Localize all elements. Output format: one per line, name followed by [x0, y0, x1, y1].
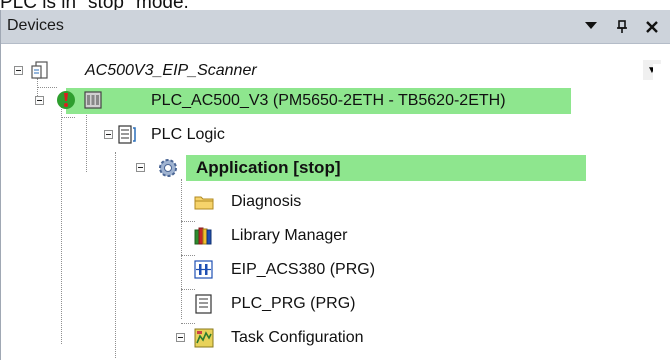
device-tree: AC500V3_EIP_Scanner ▼ PLC_AC500_V3 (PM56…	[1, 44, 670, 360]
tree-item-plc-prg[interactable]: PLC_PRG (PRG)	[191, 291, 491, 317]
project-icon	[31, 61, 48, 79]
tree-item-application[interactable]: Application [stop]	[186, 155, 586, 181]
collapse-toggle[interactable]	[35, 96, 44, 105]
collapse-toggle[interactable]	[136, 163, 145, 172]
pin-icon	[617, 20, 627, 33]
library-manager-label: Library Manager	[231, 227, 348, 244]
collapse-toggle[interactable]	[176, 333, 185, 342]
task-configuration-label: Task Configuration	[231, 329, 364, 346]
panel-menu-button[interactable]	[581, 16, 601, 38]
tree-item-eip-acs380[interactable]: EIP_ACS380 (PRG)	[191, 257, 491, 283]
plc-device-label: PLC_AC500_V3 (PM5650-2ETH - TB5620-2ETH)	[151, 92, 506, 109]
dropdown-triangle-icon	[585, 22, 597, 29]
devices-panel: Devices AC500V3_EIP_Scanner ▼ PLC_AC500_…	[0, 10, 670, 360]
library-books-icon	[194, 227, 212, 245]
task-configuration-icon	[194, 328, 214, 348]
panel-title: Devices	[7, 17, 64, 34]
application-label: Application [stop]	[196, 158, 341, 177]
close-icon	[646, 21, 658, 33]
tree-item-plc-logic[interactable]: PLC Logic	[86, 122, 486, 148]
status-running-icon	[57, 91, 75, 109]
tree-item-diagnosis[interactable]: Diagnosis	[191, 189, 491, 215]
application-gear-icon	[159, 159, 177, 177]
collapse-toggle[interactable]	[14, 66, 23, 75]
program-document-icon	[195, 294, 212, 314]
tree-scroll-area	[653, 64, 670, 360]
plc-logic-icon	[118, 125, 136, 144]
project-label: AC500V3_EIP_Scanner	[85, 62, 257, 79]
tree-item-plc-device[interactable]: PLC_AC500_V3 (PM5650-2ETH - TB5620-2ETH)	[66, 88, 571, 114]
diagnosis-label: Diagnosis	[231, 193, 302, 210]
caption-text: PLC is in "stop" mode.	[0, 0, 189, 13]
tree-item-project[interactable]: AC500V3_EIP_Scanner ▼	[1, 58, 661, 84]
plc-device-icon	[84, 91, 102, 109]
collapse-toggle[interactable]	[104, 130, 113, 139]
folder-icon	[194, 196, 214, 210]
pin-button[interactable]	[612, 16, 632, 38]
close-button[interactable]	[642, 16, 662, 38]
program-blue-icon	[194, 260, 213, 279]
eip-acs380-label: EIP_ACS380 (PRG)	[231, 261, 376, 278]
plc-prg-label: PLC_PRG (PRG)	[231, 295, 356, 312]
plc-logic-label: PLC Logic	[151, 126, 225, 143]
tree-item-library-manager[interactable]: Library Manager	[191, 223, 491, 249]
panel-titlebar: Devices	[1, 10, 670, 44]
